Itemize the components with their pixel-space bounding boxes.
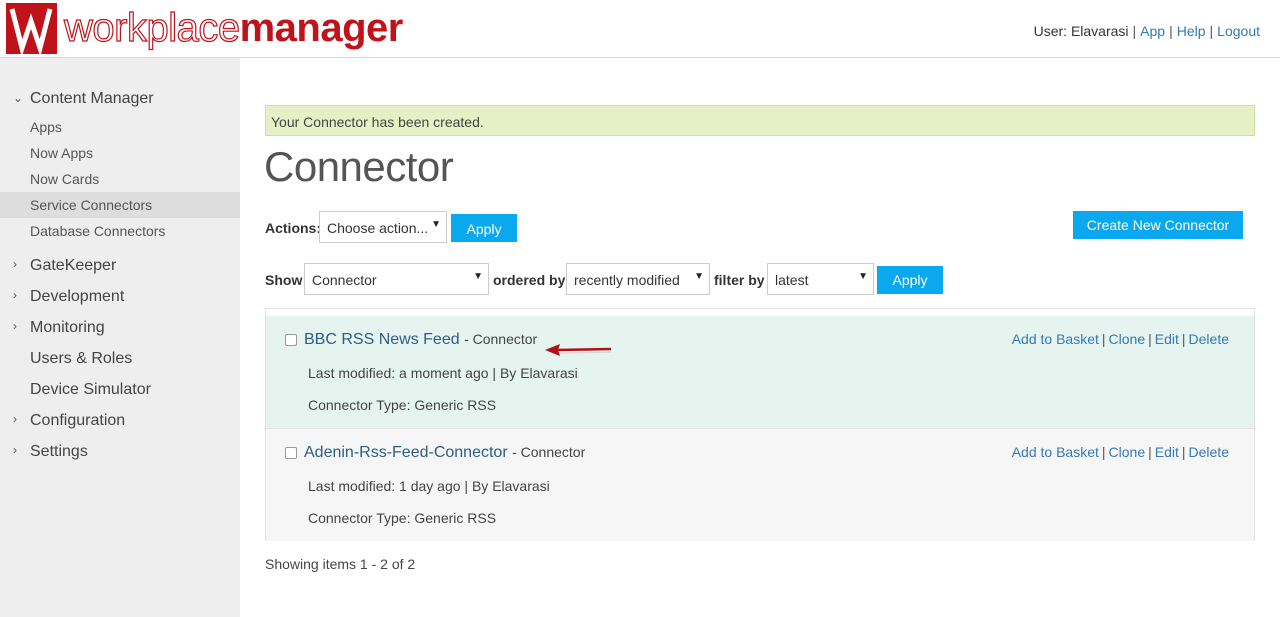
connector-list: BBC RSS News Feed - Connector Last modif… xyxy=(265,308,1255,541)
user-label: User: Elavarasi xyxy=(1033,23,1129,39)
app-link[interactable]: App xyxy=(1140,23,1165,39)
item-title-row: BBC RSS News Feed - Connector xyxy=(304,331,537,349)
user-nav: User: Elavarasi | App | Help | Logout xyxy=(1033,23,1260,39)
list-item: Adenin-Rss-Feed-Connector - Connector La… xyxy=(266,428,1254,541)
sidebar-item-apps[interactable]: Apps xyxy=(0,114,240,140)
chevron-right-icon: › xyxy=(13,319,17,333)
item-title-row: Adenin-Rss-Feed-Connector - Connector xyxy=(304,444,585,462)
actions-label: Actions: xyxy=(265,220,321,236)
chevron-down-icon: ⌄ xyxy=(13,91,24,105)
item-checkbox[interactable] xyxy=(285,447,297,459)
sidebar: ⌄ Content Manager Apps Now Apps Now Card… xyxy=(0,58,240,617)
chevron-right-icon: › xyxy=(13,257,17,271)
page-title: Connector xyxy=(264,143,454,190)
actions-apply-button[interactable]: Apply xyxy=(451,214,517,242)
item-actions: Add to Basket | Clone | Edit | Delete xyxy=(1011,444,1229,460)
item-modified: Last modified: 1 day ago | By Elavarasi xyxy=(308,478,550,494)
success-alert: Your Connector has been created. xyxy=(265,105,1255,136)
sidebar-item-now-apps[interactable]: Now Apps xyxy=(0,140,240,166)
logo-word-light: workplace xyxy=(63,5,240,50)
item-checkbox[interactable] xyxy=(285,334,297,346)
ordered-by-select[interactable]: recently modified ▼ xyxy=(566,263,710,295)
logo-wordmark[interactable]: workplacemanager xyxy=(63,5,404,51)
chevron-right-icon: › xyxy=(13,288,17,302)
chevron-right-icon: › xyxy=(13,443,17,457)
filter-apply-button[interactable]: Apply xyxy=(877,266,943,294)
chevron-right-icon: › xyxy=(13,412,17,426)
sidebar-item-database-connectors[interactable]: Database Connectors xyxy=(0,218,240,244)
item-connector-type: Connector Type: Generic RSS xyxy=(308,397,497,413)
clone-link[interactable]: Clone xyxy=(1109,444,1146,460)
dropdown-arrow-icon: ▼ xyxy=(431,219,441,230)
sidebar-item-now-cards[interactable]: Now Cards xyxy=(0,166,240,192)
dropdown-arrow-icon: ▼ xyxy=(858,271,868,282)
edit-link[interactable]: Edit xyxy=(1155,444,1179,460)
item-type: - Connector xyxy=(512,444,586,460)
sidebar-group-label: Content Manager xyxy=(30,90,154,107)
logo-word-bold: manager xyxy=(239,6,404,50)
ordered-by-label: ordered by xyxy=(493,272,566,288)
clone-link[interactable]: Clone xyxy=(1109,331,1146,347)
help-link[interactable]: Help xyxy=(1177,23,1206,39)
filter-by-select[interactable]: latest ▼ xyxy=(767,263,874,295)
delete-link[interactable]: Delete xyxy=(1189,331,1229,347)
item-type: - Connector xyxy=(464,331,538,347)
filter-by-label: filter by xyxy=(714,272,765,288)
workplace-manager-logo-icon[interactable] xyxy=(6,3,57,54)
logout-link[interactable]: Logout xyxy=(1217,23,1260,39)
item-title-link[interactable]: Adenin-Rss-Feed-Connector xyxy=(304,444,508,461)
dropdown-arrow-icon: ▼ xyxy=(473,271,483,282)
top-header: workplacemanager User: Elavarasi | App | Hel… xyxy=(0,0,1280,58)
actions-select[interactable]: Choose action... ▼ xyxy=(319,211,447,243)
pagination-summary: Showing items 1 - 2 of 2 xyxy=(265,556,416,572)
dropdown-arrow-icon: ▼ xyxy=(694,271,704,282)
arrow-left-icon xyxy=(545,344,612,356)
add-to-basket-link[interactable]: Add to Basket xyxy=(1012,444,1099,460)
delete-link[interactable]: Delete xyxy=(1189,444,1229,460)
item-connector-type: Connector Type: Generic RSS xyxy=(308,510,497,526)
item-title-link[interactable]: BBC RSS News Feed xyxy=(304,331,460,348)
sidebar-item-service-connectors[interactable]: Service Connectors xyxy=(0,192,240,218)
list-item: BBC RSS News Feed - Connector Last modif… xyxy=(266,316,1254,428)
create-new-connector-button[interactable]: Create New Connector xyxy=(1073,211,1243,239)
edit-link[interactable]: Edit xyxy=(1155,331,1179,347)
item-actions: Add to Basket | Clone | Edit | Delete xyxy=(1011,331,1229,347)
item-modified: Last modified: a moment ago | By Elavara… xyxy=(308,365,578,381)
add-to-basket-link[interactable]: Add to Basket xyxy=(1012,331,1099,347)
show-select[interactable]: Connector ▼ xyxy=(304,263,489,295)
show-label: Show xyxy=(265,272,303,288)
